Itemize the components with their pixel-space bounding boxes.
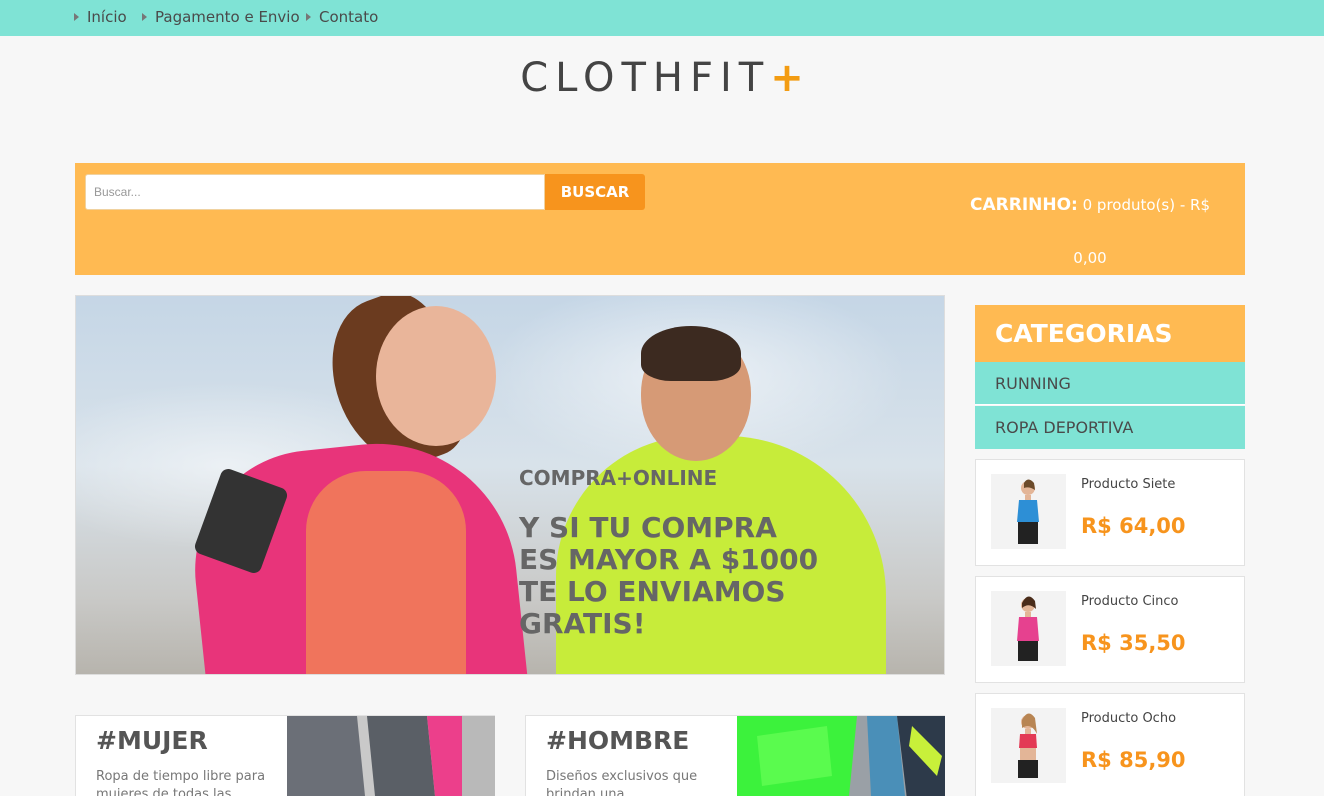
caret-right-icon (306, 13, 311, 21)
product-name: Producto Cinco (1081, 594, 1179, 609)
nav-link-label: Contato (319, 8, 379, 26)
product-price: R$ 64,00 (1081, 514, 1186, 538)
caret-right-icon (74, 13, 79, 21)
search-bar: BUSCAR CARRINHO: 0 produto(s) - R$ 0,00 (75, 163, 1245, 275)
card-description: Ropa de tiempo libre para mujeres de tod… (96, 769, 266, 796)
card-image (737, 716, 945, 796)
category-ropa-deportiva[interactable]: ROPA DEPORTIVA (975, 406, 1245, 449)
product-top (1017, 500, 1039, 522)
promo-banner[interactable]: COMPRA+ONLINE Y SI TU COMPRA ES MAYOR A … (75, 295, 945, 675)
nav-link-label: Início (87, 8, 127, 26)
cart-count: 0 produto(s) - R$ (1082, 196, 1210, 214)
card-title: #HOMBRE (546, 726, 690, 755)
categories-title: CATEGORIAS (975, 305, 1245, 362)
card-title: #MUJER (96, 726, 208, 755)
product-name: Producto Ocho (1081, 711, 1177, 726)
card-description: Diseños exclusivos que brindan una (546, 769, 698, 796)
product-card[interactable]: Producto Ocho R$ 85,90 (975, 693, 1245, 796)
site-logo[interactable]: CLOTHFIT+ (0, 55, 1324, 101)
product-price: R$ 35,50 (1081, 631, 1186, 655)
logo-text: CLOTHFIT (520, 55, 771, 101)
cart-summary[interactable]: CARRINHO: 0 produto(s) - R$ 0,00 (955, 179, 1225, 285)
product-card[interactable]: Producto Siete R$ 64,00 (975, 459, 1245, 566)
product-top (1017, 617, 1039, 641)
product-thumbnail[interactable] (991, 591, 1066, 666)
product-thumbnail[interactable] (991, 474, 1066, 549)
nav-link-label: Pagamento e Envio (155, 8, 300, 26)
category-card-mujer[interactable]: #MUJER Ropa de tiempo libre para mujeres… (75, 715, 495, 796)
caret-right-icon (142, 13, 147, 21)
product-price: R$ 85,90 (1081, 748, 1186, 772)
product-thumbnail[interactable] (991, 708, 1066, 783)
search-input[interactable] (85, 174, 545, 210)
banner-kicker: COMPRA+ONLINE (519, 466, 718, 490)
nav-link-inicio[interactable]: Início (74, 0, 127, 36)
product-name: Producto Siete (1081, 477, 1176, 492)
runner-woman-shirt (306, 471, 466, 674)
nav-link-contato[interactable]: Contato (306, 0, 378, 36)
banner-message: Y SI TU COMPRA ES MAYOR A $1000 TE LO EN… (519, 511, 819, 640)
card-image (287, 716, 495, 796)
product-card[interactable]: Producto Cinco R$ 35,50 (975, 576, 1245, 683)
cart-label: CARRINHO: (970, 195, 1078, 215)
category-running[interactable]: RUNNING (975, 362, 1245, 405)
nav-link-pagamento[interactable]: Pagamento e Envio (142, 0, 300, 36)
logo-plus: + (770, 55, 804, 101)
runner-man-hair (641, 326, 741, 381)
category-card-hombre[interactable]: #HOMBRE Diseños exclusivos que brindan u… (525, 715, 945, 796)
runner-woman-face (376, 306, 496, 446)
cart-total: 0,00 (1073, 249, 1107, 267)
product-top (1019, 734, 1037, 748)
search-button[interactable]: BUSCAR (545, 174, 645, 210)
top-nav: Início Pagamento e Envio Contato (0, 0, 1324, 36)
